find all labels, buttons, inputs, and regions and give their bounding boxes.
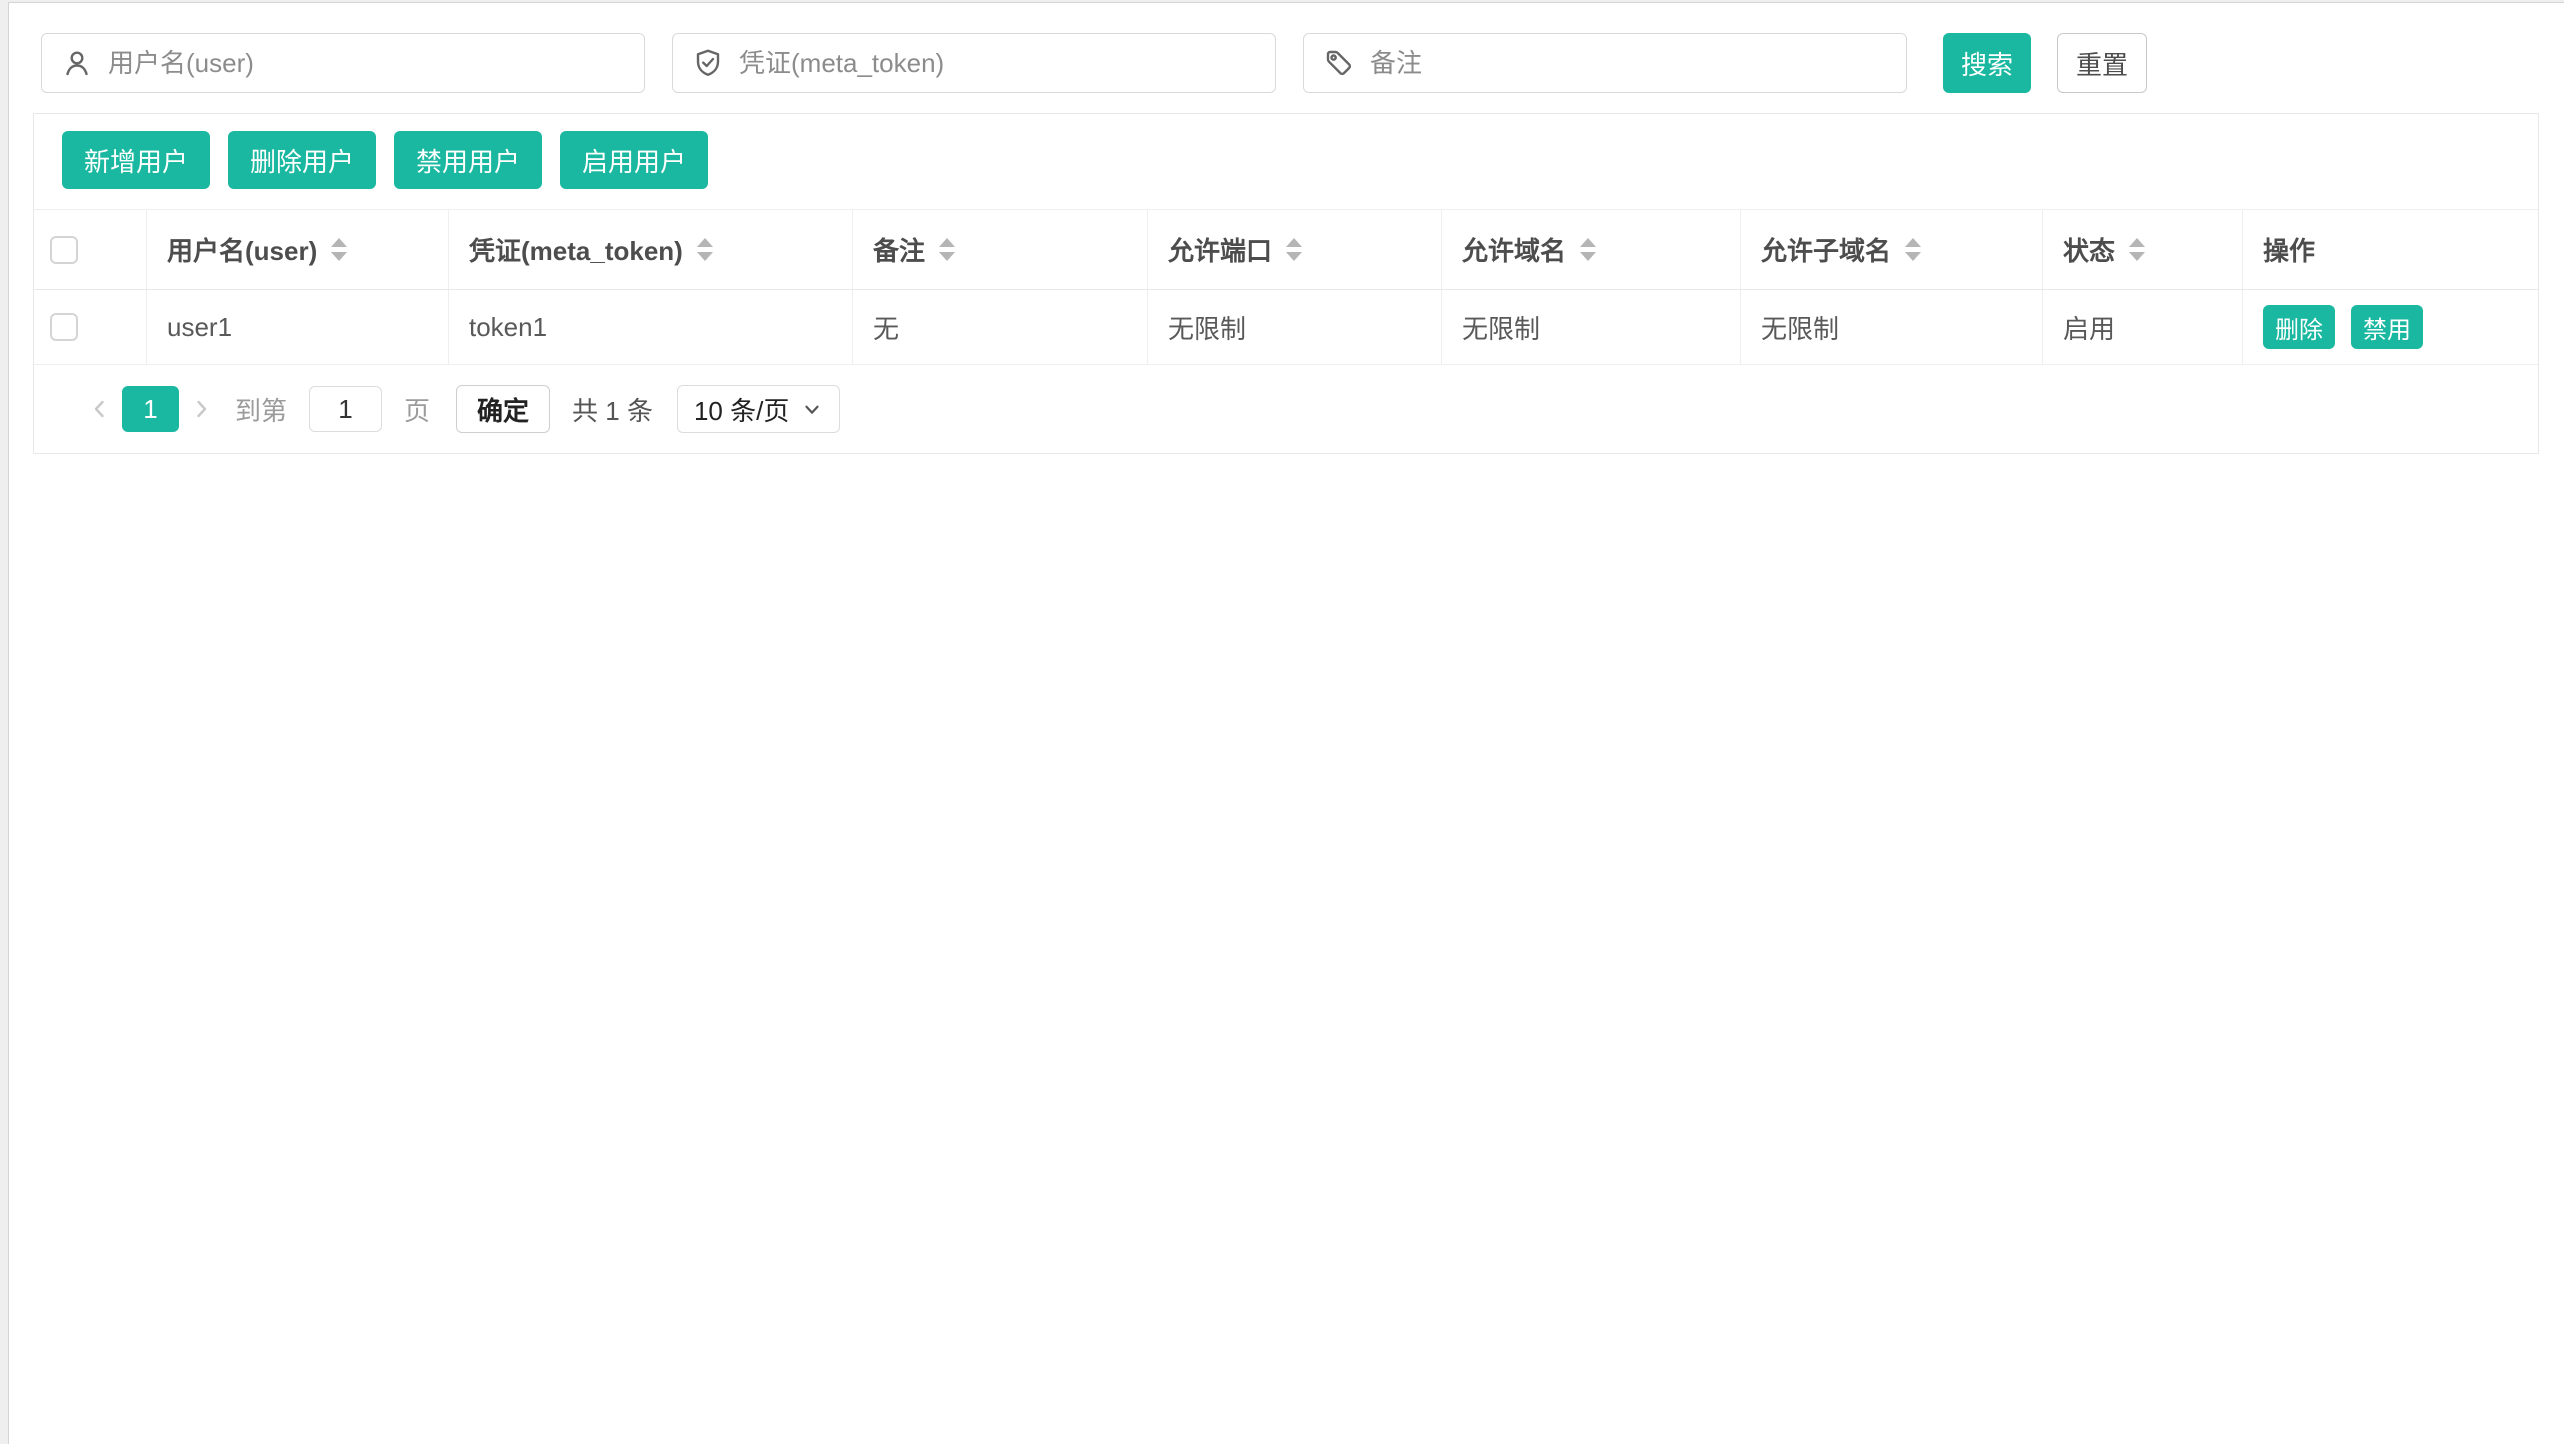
prev-page-button[interactable] (80, 386, 120, 432)
user-icon (62, 48, 92, 78)
chevron-left-icon (88, 397, 112, 421)
column-header-actions: 操作 (2243, 210, 2538, 289)
sort-icon[interactable] (1286, 238, 1302, 261)
page-number-button[interactable]: 1 (122, 386, 179, 432)
tag-icon (1324, 48, 1354, 78)
column-header-username[interactable]: 用户名(user) (147, 210, 449, 289)
shield-check-icon (693, 48, 723, 78)
delete-user-button[interactable]: 删除用户 (228, 131, 376, 189)
column-label: 凭证(meta_token) (469, 231, 683, 268)
row-checkbox-cell (34, 290, 147, 364)
next-page-button[interactable] (181, 386, 221, 432)
page-unit-label: 页 (404, 391, 430, 428)
cell-note: 无 (853, 290, 1148, 364)
column-header-allowed-subdomains[interactable]: 允许子域名 (1741, 210, 2043, 289)
goto-page-label: 到第 (235, 391, 287, 428)
cell-username: user1 (147, 290, 449, 364)
cell-actions: 删除 禁用 (2243, 290, 2538, 364)
column-label: 允许域名 (1462, 231, 1566, 268)
username-search-input[interactable] (108, 48, 624, 79)
column-label: 操作 (2263, 231, 2315, 268)
column-header-token[interactable]: 凭证(meta_token) (449, 210, 853, 289)
row-checkbox[interactable] (50, 313, 78, 341)
username-search-field[interactable] (41, 33, 645, 93)
row-disable-button[interactable]: 禁用 (2351, 305, 2423, 349)
cell-allowed-ports: 无限制 (1148, 290, 1442, 364)
pagination-bar: 1 到第 页 确定 共 1 条 10 条/页 (34, 365, 2538, 453)
add-user-button[interactable]: 新增用户 (62, 131, 210, 189)
row-delete-button[interactable]: 删除 (2263, 305, 2335, 349)
note-search-input[interactable] (1370, 48, 1886, 79)
total-count-label: 共 1 条 (572, 391, 653, 428)
sort-icon[interactable] (1580, 238, 1596, 261)
page-jump-input[interactable] (309, 386, 382, 432)
column-label: 允许子域名 (1761, 231, 1891, 268)
chevron-down-icon (801, 398, 823, 420)
header-checkbox-cell (34, 210, 147, 289)
sort-icon[interactable] (2129, 238, 2145, 261)
sort-icon[interactable] (331, 238, 347, 261)
search-button[interactable]: 搜索 (1943, 33, 2031, 93)
disable-user-button[interactable]: 禁用用户 (394, 131, 542, 189)
page-size-value: 10 条/页 (694, 391, 789, 428)
column-label: 状态 (2063, 231, 2115, 268)
page-size-select[interactable]: 10 条/页 (677, 385, 840, 433)
sort-icon[interactable] (697, 238, 713, 261)
user-table: 用户名(user) 凭证(meta_token) 备注 允许端口 允许域名 (34, 209, 2538, 365)
cell-token: token1 (449, 290, 853, 364)
select-all-checkbox[interactable] (50, 236, 78, 264)
reset-button[interactable]: 重置 (2057, 33, 2147, 93)
column-header-status[interactable]: 状态 (2043, 210, 2243, 289)
cell-allowed-subdomains: 无限制 (1741, 290, 2043, 364)
enable-user-button[interactable]: 启用用户 (560, 131, 708, 189)
table-row: user1 token1 无 无限制 无限制 无限制 启用 删除 禁用 (34, 290, 2538, 365)
action-toolbar: 新增用户 删除用户 禁用用户 启用用户 (34, 114, 2538, 189)
cell-allowed-domains: 无限制 (1442, 290, 1741, 364)
cell-status: 启用 (2043, 290, 2243, 364)
token-search-input[interactable] (739, 48, 1255, 79)
sort-icon[interactable] (939, 238, 955, 261)
search-toolbar: 搜索 重置 (33, 33, 2564, 93)
note-search-field[interactable] (1303, 33, 1907, 93)
column-label: 备注 (873, 231, 925, 268)
table-header-row: 用户名(user) 凭证(meta_token) 备注 允许端口 允许域名 (34, 210, 2538, 290)
chevron-right-icon (189, 397, 213, 421)
token-search-field[interactable] (672, 33, 1276, 93)
column-header-allowed-domains[interactable]: 允许域名 (1442, 210, 1741, 289)
confirm-page-button[interactable]: 确定 (456, 385, 550, 433)
user-table-panel: 新增用户 删除用户 禁用用户 启用用户 用户名(user) 凭证(meta_to… (33, 113, 2539, 454)
sort-icon[interactable] (1905, 238, 1921, 261)
column-header-note[interactable]: 备注 (853, 210, 1148, 289)
column-label: 允许端口 (1168, 231, 1272, 268)
column-header-allowed-ports[interactable]: 允许端口 (1148, 210, 1442, 289)
column-label: 用户名(user) (167, 231, 317, 268)
user-management-page: 搜索 重置 新增用户 删除用户 禁用用户 启用用户 用户名(user) 凭证(m… (8, 2, 2564, 1444)
